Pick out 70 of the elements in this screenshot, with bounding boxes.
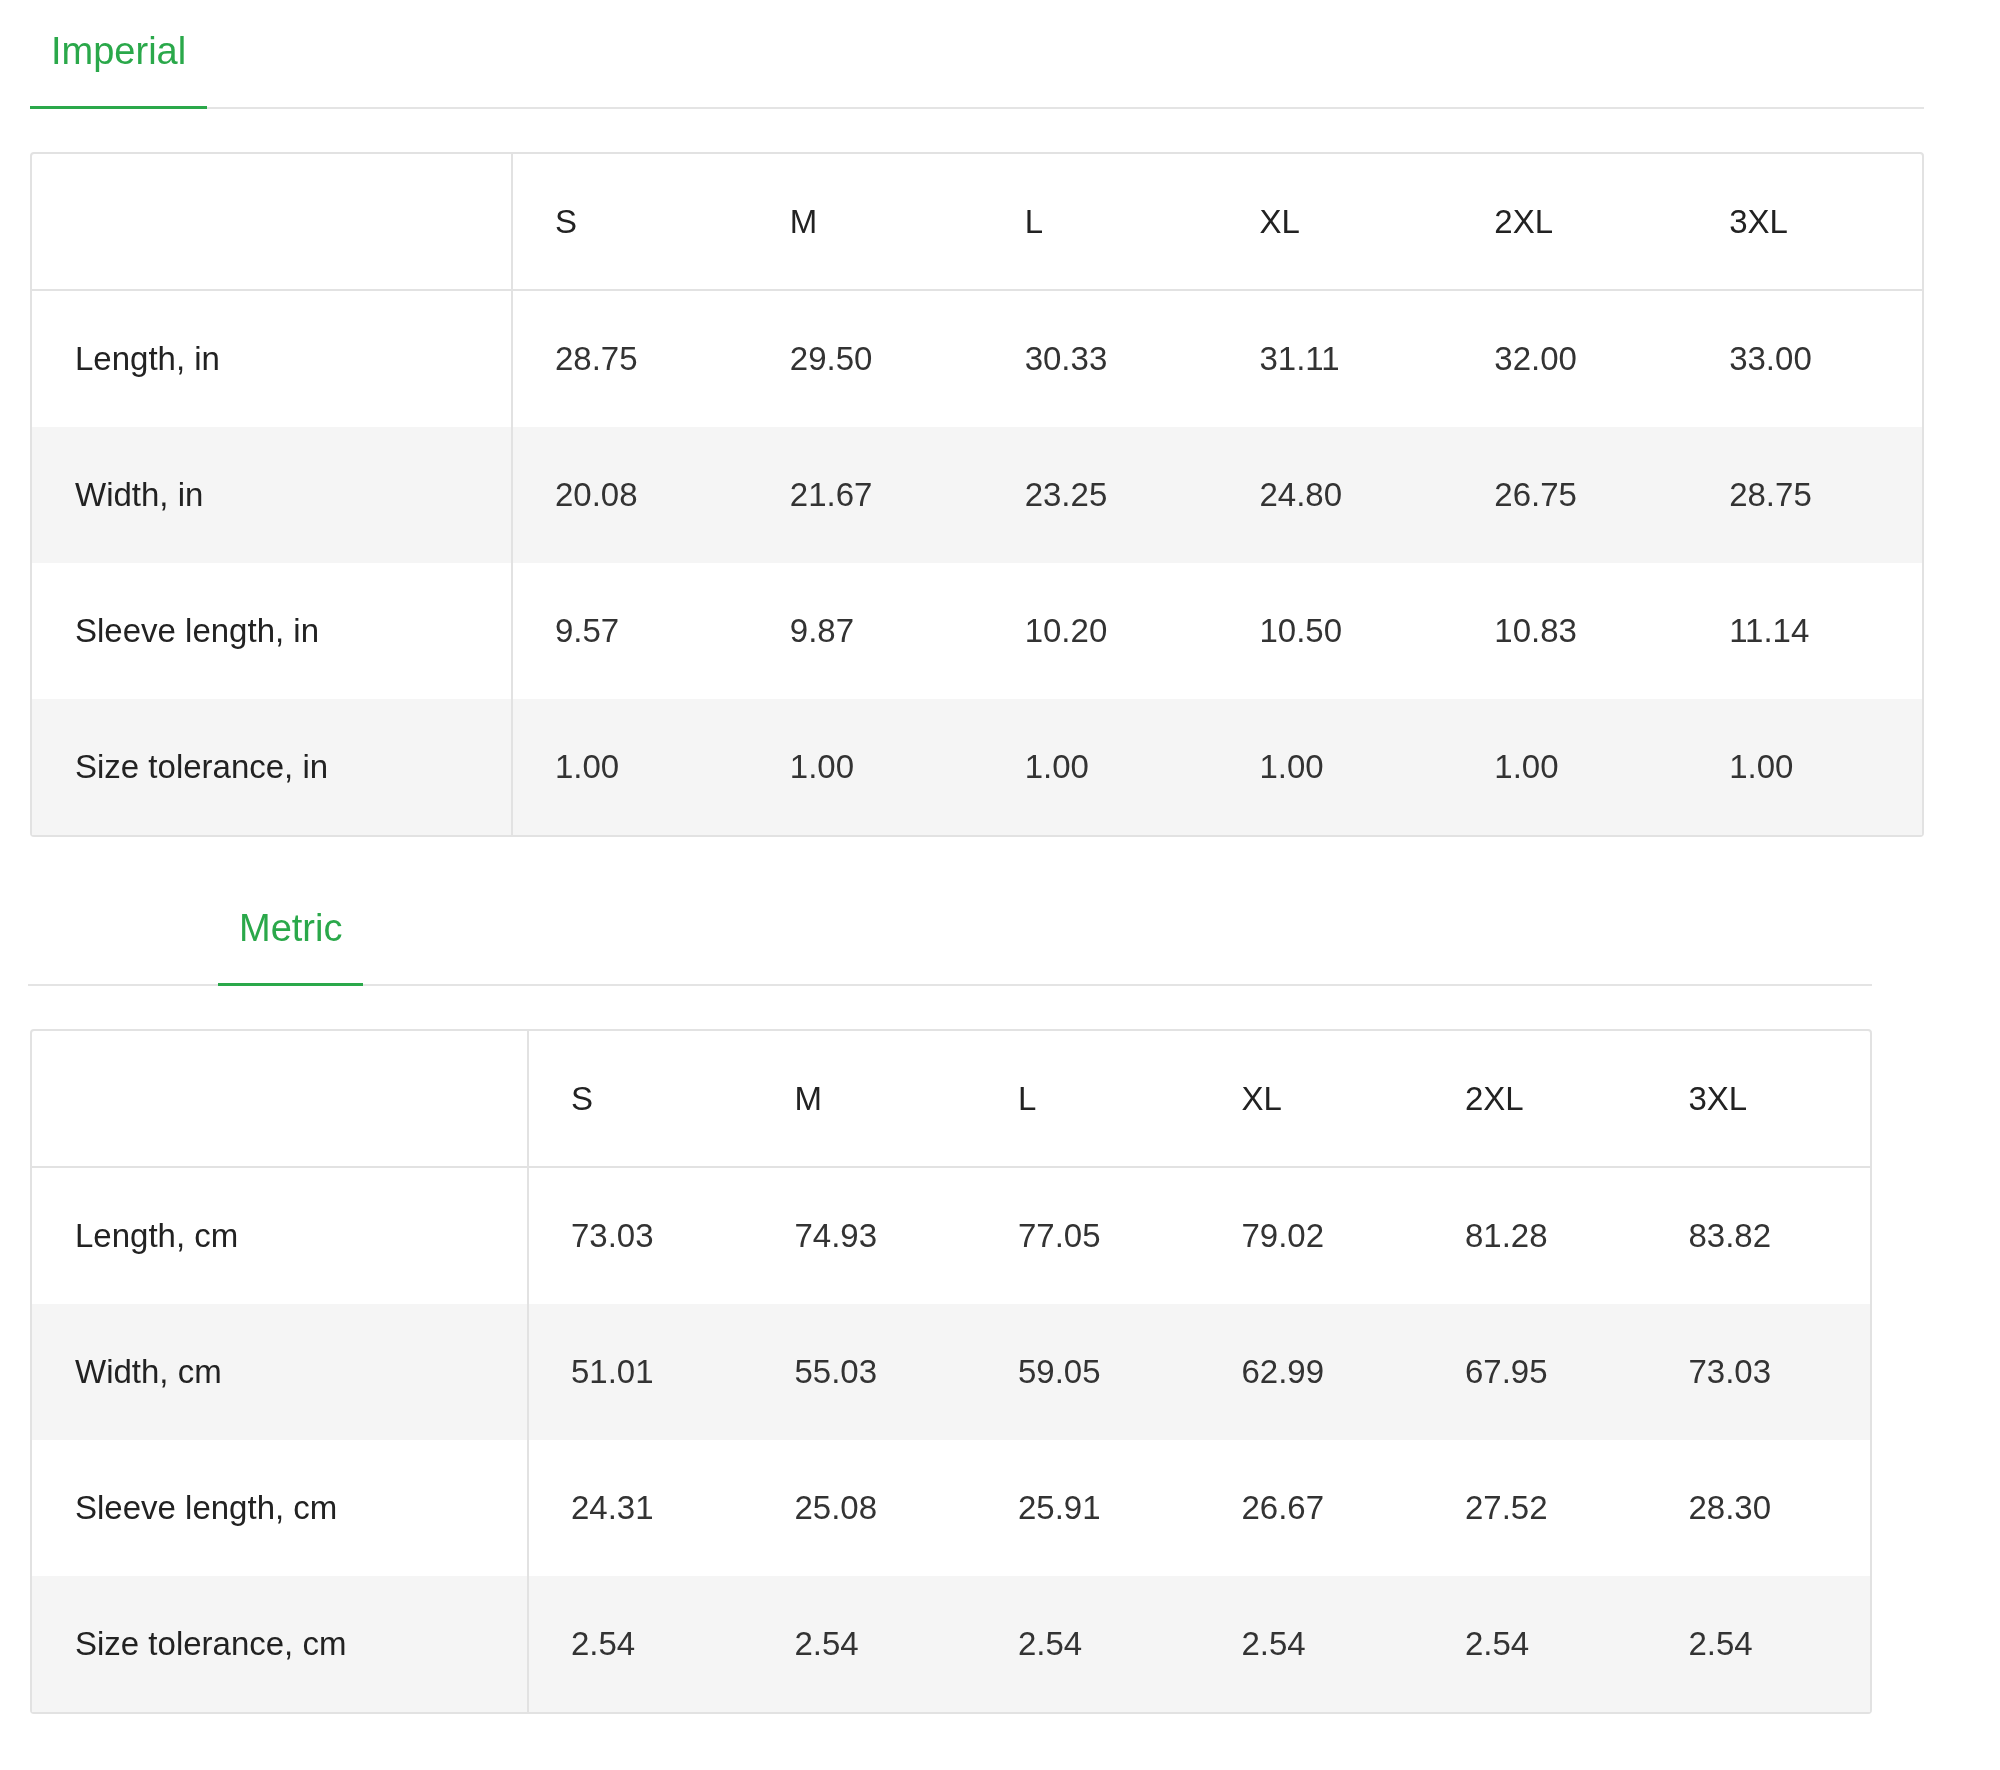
table-cell-text: 81.28 <box>1465 1216 1548 1257</box>
table-cell-text: 31.11 <box>1259 339 1340 380</box>
table-cell-text: 24.31 <box>571 1488 654 1529</box>
table-cell-text: 83.82 <box>1688 1216 1772 1257</box>
table-cell-text: 20.08 <box>555 475 638 516</box>
column-header: L <box>1018 1078 1037 1119</box>
column-header: 3XL <box>1729 201 1788 242</box>
table-cell-text: 1.00 <box>1024 747 1089 788</box>
row-label: Size tolerance, in <box>75 747 329 788</box>
table-cell-text: 9.87 <box>789 611 855 652</box>
row-label: Sleeve length, cm <box>75 1488 338 1529</box>
row-label: Width, in <box>75 475 204 516</box>
table-cell-text: 28.75 <box>1729 475 1812 516</box>
table-cell-text: 26.75 <box>1494 475 1577 516</box>
table-cell-text: 62.99 <box>1241 1352 1325 1393</box>
row-label: Sleeve length, in <box>75 611 319 652</box>
column-header: M <box>789 201 818 242</box>
table-cell-text: 74.93 <box>794 1216 878 1257</box>
table-cell-text: 2.54 <box>571 1624 636 1665</box>
table-cell-text: 32.00 <box>1494 339 1577 380</box>
table-cell-text: 24.80 <box>1259 475 1343 516</box>
table-cell-text: 23.25 <box>1024 475 1108 516</box>
row-label: Length, cm <box>75 1216 239 1257</box>
table-cell-text: 9.57 <box>555 611 620 652</box>
row-label: Width, cm <box>75 1352 222 1393</box>
table-cell-text: 28.75 <box>555 339 638 380</box>
table-cell-text: 26.67 <box>1241 1488 1325 1529</box>
tab[interactable]: Metric <box>218 877 364 986</box>
table-cell-text: 55.03 <box>794 1352 878 1393</box>
table-cell-text: 25.91 <box>1018 1488 1101 1529</box>
table-cell-text: 77.05 <box>1018 1216 1101 1257</box>
column-header: S <box>571 1078 593 1119</box>
column-header: XL <box>1241 1078 1282 1119</box>
table-cell-text: 10.83 <box>1494 611 1577 652</box>
table-cell-text: 2.54 <box>1465 1624 1530 1665</box>
row-label: Size tolerance, cm <box>75 1624 347 1665</box>
table-cell-text: 1.00 <box>789 747 855 788</box>
table-cell-text: 28.30 <box>1688 1488 1772 1529</box>
table-cell-text: 1.00 <box>1494 747 1559 788</box>
table-cell-text: 59.05 <box>1018 1352 1101 1393</box>
table-cell-text: 30.33 <box>1024 339 1108 380</box>
tab[interactable]: Imperial <box>30 0 208 109</box>
table-cell-text: 10.20 <box>1024 611 1108 652</box>
table-cell-text: 1.00 <box>1259 747 1324 788</box>
table-cell-text: 51.01 <box>571 1352 654 1393</box>
column-header: 3XL <box>1688 1078 1748 1119</box>
column-header: L <box>1024 201 1043 242</box>
table-cell-text: 29.50 <box>789 339 873 380</box>
table-cell-text: 27.52 <box>1465 1488 1548 1529</box>
column-header: 2XL <box>1494 201 1554 242</box>
table-cell-text: 1.00 <box>555 747 620 788</box>
table-cell-text: 67.95 <box>1465 1352 1548 1393</box>
table-cell-text: 73.03 <box>571 1216 654 1257</box>
table-cell-text: 1.00 <box>1729 747 1794 788</box>
table-cell-text: 2.54 <box>1688 1624 1753 1665</box>
table-cell-text: 2.54 <box>1018 1624 1083 1665</box>
column-header: 2XL <box>1465 1078 1524 1119</box>
table-cell-text: 2.54 <box>794 1624 859 1665</box>
table-cell-text: 21.67 <box>789 475 873 516</box>
column-header: M <box>794 1078 822 1119</box>
column-header: XL <box>1259 201 1300 242</box>
table-cell-text: 2.54 <box>1241 1624 1306 1665</box>
table-cell-text: 25.08 <box>794 1488 878 1529</box>
row-label: Length, in <box>75 339 220 380</box>
table-cell-text: 10.50 <box>1259 611 1343 652</box>
table-cell-text: 11.14 <box>1729 611 1810 652</box>
table-cell-text: 73.03 <box>1688 1352 1772 1393</box>
table-cell-text: 33.00 <box>1729 339 1812 380</box>
column-header: S <box>555 201 577 242</box>
table-cell-text: 79.02 <box>1241 1216 1325 1257</box>
